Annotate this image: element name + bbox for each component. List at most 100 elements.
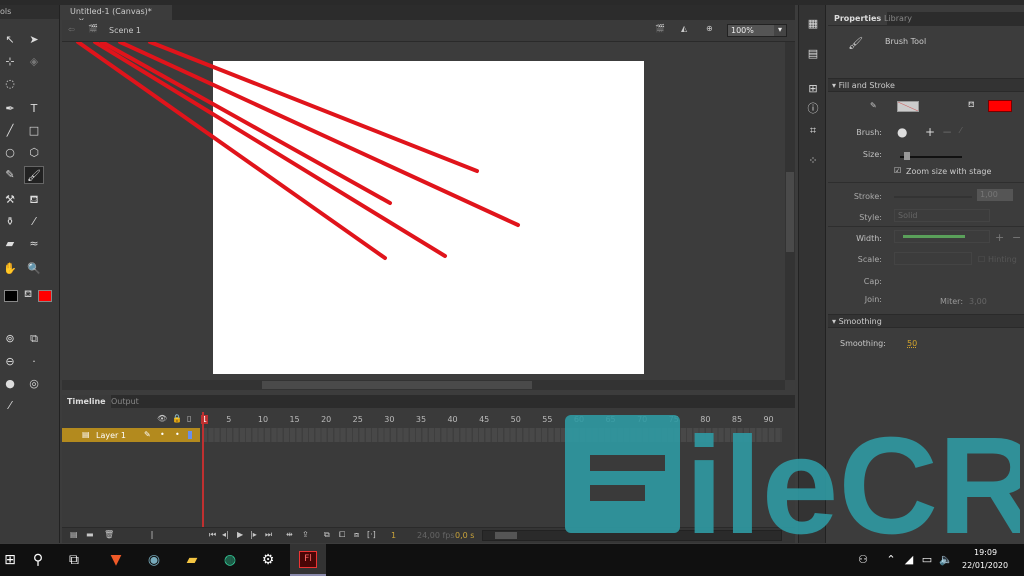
clock-date[interactable]: 22/01/2020 [962,561,1008,570]
visible-dot-icon[interactable]: • [160,430,165,439]
taskbar-animate-app[interactable]: Fl [290,544,326,576]
pasteboard[interactable] [62,42,785,380]
frame-number[interactable]: 15 [289,415,299,424]
frame-number[interactable]: 30 [384,415,394,424]
oval-tool[interactable]: ○ [0,144,20,162]
paint-bucket-tool[interactable]: ⛾ [24,191,44,209]
transform-icon[interactable]: ⌗ [803,122,823,140]
fill-color-swatch[interactable] [38,290,52,302]
add-brush-icon[interactable]: + [925,125,935,139]
outline-icon[interactable]: ▯ [187,414,191,423]
frame-number[interactable]: 50 [511,415,521,424]
rectangle-tool[interactable]: □ [24,122,44,140]
search-icon[interactable]: ⚲ [28,550,48,570]
fill-stroke-section-header[interactable]: ▾ Fill and Stroke [828,78,1024,92]
vertical-scrollbar[interactable] [785,42,795,380]
brush-size-icon[interactable]: · [24,353,44,371]
tilt-icon[interactable]: ⁄ [0,397,20,415]
wifi-icon[interactable]: ◢ [899,550,919,570]
chrome-icon[interactable]: ◍ [220,550,240,570]
zoom-select[interactable]: 100% ▾ [727,24,787,37]
brush-shape-circle-icon[interactable]: ● [897,125,907,139]
pressure-icon[interactable]: ◎ [24,375,44,393]
new-folder-icon[interactable]: ▬ [86,530,94,539]
playhead[interactable] [202,412,204,527]
step-back-icon[interactable]: ◂| [222,530,229,539]
selection-tool[interactable]: ↖ [0,31,20,49]
scene-name[interactable]: Scene 1 [109,26,141,35]
center-stage-icon[interactable]: ⊕ [706,24,713,33]
zoom-tool[interactable]: 🔍 [24,260,44,278]
smoothing-value[interactable]: 50 [907,339,917,348]
settings-gear-icon[interactable]: ⚙ [258,550,278,570]
current-frame[interactable]: 1 [391,531,396,540]
lasso-tool[interactable]: ◌ [0,75,20,93]
line-tool[interactable]: ╱ [0,122,20,140]
battery-icon[interactable]: ▭ [917,550,937,570]
last-frame-icon[interactable]: ⏭ [265,530,272,540]
frame-number[interactable]: 55 [542,415,552,424]
first-frame-icon[interactable]: ⏮ [209,530,216,540]
windows-start-icon[interactable]: ⊞ [0,550,20,570]
pencil-tool[interactable]: ✎ [0,166,20,184]
clock-time[interactable]: 19:09 [974,548,997,557]
lock-dot-icon[interactable]: • [175,430,180,439]
stroke-color-none-swatch[interactable] [897,101,919,112]
tab-output[interactable]: Output [111,397,139,406]
width-select[interactable] [894,230,990,243]
file-explorer-icon[interactable]: ▰ [182,550,202,570]
elapsed-time[interactable]: 0,0 s [455,531,474,540]
onion-outline-icon[interactable]: ⧠ [339,530,345,540]
task-view-icon[interactable]: ⧉ [64,550,84,570]
color-panel-icon[interactable]: ▦ [803,15,823,33]
play-icon[interactable]: ▶ [237,530,243,539]
edit-symbols-icon[interactable]: ◭ [681,24,687,33]
zoom-size-checkbox[interactable]: ☑ [894,166,901,175]
3d-rotation-tool[interactable]: ◈ [24,53,44,71]
object-drawing-icon[interactable]: ⊚ [0,330,20,348]
brave-browser-icon[interactable]: ▼ [106,550,126,570]
size-slider[interactable] [900,152,962,160]
brush-tool[interactable]: 🖌 [24,166,44,184]
onion-markers-icon[interactable]: [·] [367,530,376,539]
motion-presets-icon[interactable]: ⁘ [803,152,823,170]
onion-skin-icon[interactable]: ⧉ [324,530,330,540]
free-transform-tool[interactable]: ⊹ [0,53,20,71]
brush-shape-icon[interactable]: ● [0,375,20,393]
resize-handle[interactable]: ‖ [150,530,154,539]
frame-number[interactable]: 45 [479,415,489,424]
back-arrow-icon[interactable]: ⇦ [68,25,75,34]
stroke-color-swatch[interactable] [4,290,18,302]
horizontal-scrollbar[interactable] [62,380,785,390]
step-forward-icon[interactable]: |▸ [250,530,257,539]
hand-tool[interactable]: ✋ [0,260,20,278]
lock-fill-icon[interactable]: ⧉ [24,330,44,348]
tab-library[interactable]: Library [884,14,912,23]
chevron-down-icon[interactable]: ▾ [774,25,786,36]
volume-icon[interactable]: 🔈 [936,550,956,570]
subselection-tool[interactable]: ➤ [24,31,44,49]
polystar-tool[interactable]: ⬡ [24,144,44,162]
center-frame-icon[interactable]: ⇪ [302,530,309,539]
info-icon[interactable]: ⓘ [803,100,823,118]
pen-tool[interactable]: ✒ [0,100,20,118]
fill-color-swatch[interactable] [988,100,1012,112]
tab-properties[interactable]: Properties [828,12,888,25]
eye-icon[interactable]: 👁 [157,414,167,423]
text-tool[interactable]: T [24,100,44,118]
new-layer-icon[interactable]: ▤ [70,530,78,539]
frame-number[interactable]: 10 [258,415,268,424]
chevron-up-icon[interactable]: ⌃ [881,550,901,570]
outline-color-icon[interactable] [188,431,192,439]
fps-value[interactable]: 24,00 fps [417,531,455,540]
delete-icon[interactable]: 🗑 [104,530,114,539]
frame-number[interactable]: 25 [353,415,363,424]
edit-scene-icon[interactable]: 🎬 [655,24,665,33]
frame-number[interactable]: 40 [447,415,457,424]
align-icon[interactable]: ⊞ [803,80,823,98]
ink-bottle-tool[interactable]: ⚱ [0,213,20,231]
app-icon[interactable]: ◉ [144,550,164,570]
frame-number[interactable]: 20 [321,415,331,424]
frame-number[interactable]: 35 [416,415,426,424]
frame-number[interactable]: 5 [226,415,231,424]
